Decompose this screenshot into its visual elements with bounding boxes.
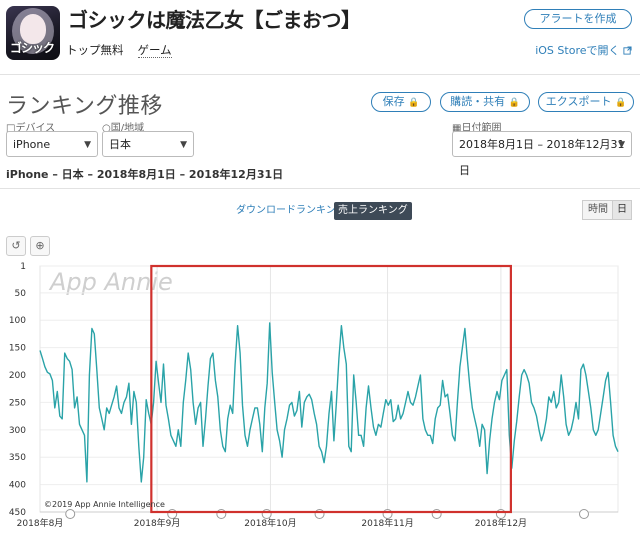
export-button[interactable]: エクスポート 🔒: [538, 92, 634, 112]
granularity-hourly-button[interactable]: 時間: [582, 200, 614, 220]
x-tick-label: 2018年10月: [244, 517, 296, 529]
y-tick-label: 1: [20, 262, 26, 272]
save-label: 保存: [382, 95, 405, 108]
chevron-down-icon: ▼: [618, 140, 625, 150]
event-marker-icon: [495, 509, 506, 519]
chevron-down-icon: ▼: [84, 140, 91, 150]
section-title: ランキング推移: [6, 94, 163, 119]
category-label: トップ無料: [66, 43, 124, 57]
divider: [0, 188, 640, 189]
y-tick-label: 50: [15, 289, 27, 299]
reset-zoom-button[interactable]: ↺: [6, 236, 26, 256]
event-marker-icon: [216, 509, 227, 519]
app-title: ゴシックは魔法乙女【ごまおつ】: [68, 8, 361, 32]
zoom-button[interactable]: ⊕: [30, 236, 50, 256]
tab-revenue-ranking[interactable]: 売上ランキング: [334, 202, 412, 220]
y-tick-label: 100: [9, 316, 26, 326]
copyright-text: ©2019 App Annie Intelligence: [44, 500, 165, 509]
selection-summary: iPhone – 日本 – 2018年8月1日 – 2018年12月31日: [6, 168, 284, 181]
date-range-value: 2018年8月1日 – 2018年12月31日: [459, 138, 625, 177]
app-categories: トップ無料 ゲーム: [66, 42, 186, 58]
y-tick-label: 400: [9, 481, 26, 491]
export-label: エクスポート: [545, 95, 612, 108]
undo-icon: ↺: [11, 239, 21, 252]
save-button[interactable]: 保存 🔒: [371, 92, 431, 112]
date-range-select[interactable]: 2018年8月1日 – 2018年12月31日 ▼: [452, 131, 632, 177]
event-marker-icon: [167, 509, 178, 519]
create-alert-label: アラートを作成: [539, 12, 617, 25]
zoom-icon: ⊕: [35, 239, 45, 252]
device-value: iPhone: [13, 138, 51, 151]
event-marker-icon: [65, 509, 76, 519]
event-marker-icon: [314, 509, 325, 519]
country-value: 日本: [109, 138, 131, 151]
granularity-daily-button[interactable]: 日: [612, 200, 632, 220]
external-link-icon: [623, 46, 632, 55]
country-select[interactable]: 日本 ▼: [102, 131, 194, 157]
plot-area: [39, 265, 619, 513]
event-marker-icon: [579, 509, 589, 519]
lock-icon: 🔒: [614, 98, 627, 108]
highlight-box: [150, 264, 512, 514]
share-button[interactable]: 購読・共有 🔒: [440, 92, 530, 112]
ranking-chart[interactable]: 1501001502002503003504004502018年8月 2018年9…: [0, 258, 640, 538]
category-value[interactable]: ゲーム: [137, 43, 172, 58]
divider: [0, 74, 640, 75]
device-select[interactable]: iPhone ▼: [6, 131, 98, 157]
y-tick-label: 300: [9, 426, 26, 436]
event-marker-icon: [431, 509, 442, 519]
tab-download-ranking[interactable]: ダウンロードランキング: [232, 202, 350, 220]
y-tick-label: 200: [9, 371, 26, 381]
y-tick-label: 450: [9, 508, 26, 518]
y-tick-label: 150: [9, 344, 26, 354]
chevron-down-icon: ▼: [180, 140, 187, 150]
y-tick-label: 350: [9, 453, 26, 463]
lock-icon: 🔒: [408, 98, 420, 108]
x-tick-label: 2018年8月: [17, 517, 64, 529]
app-icon: ゴシック: [6, 6, 60, 60]
ios-store-label: iOS Storeで開く: [535, 44, 620, 57]
y-tick-label: 250: [9, 398, 26, 408]
create-alert-button[interactable]: アラートを作成: [524, 9, 632, 29]
lock-icon: 🔒: [508, 98, 520, 108]
event-marker-icon: [382, 509, 393, 519]
ios-store-link[interactable]: iOS Storeで開く: [535, 42, 632, 58]
share-label: 購読・共有: [450, 95, 506, 108]
event-marker-icon: [261, 509, 272, 519]
app-icon-logo: ゴシック: [10, 41, 55, 55]
